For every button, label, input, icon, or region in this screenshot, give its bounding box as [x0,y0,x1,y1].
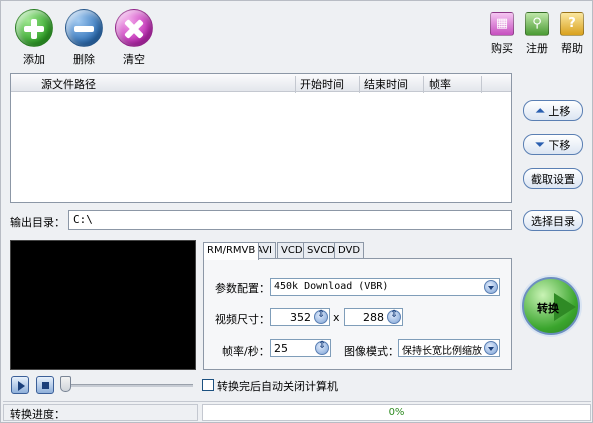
plus-icon [15,9,53,47]
convert-button[interactable]: 转换 [522,277,580,335]
output-dir-field[interactable]: C:\ [68,210,512,230]
cart-icon: ▦ [490,12,514,36]
file-list-header: 源文件路径 开始时间 结束时间 帧率 [11,74,511,93]
move-up-label: 上移 [548,104,571,118]
fps-label: 帧率/秒： [222,345,270,358]
question-icon: ? [560,12,584,36]
column-start-time[interactable]: 开始时间 [300,76,344,92]
chevron-down-icon [484,341,498,355]
tab-dvd[interactable]: DVD [334,242,365,259]
auto-shutdown-label: 转换完后自动关闭计算机 [217,380,338,393]
double-down-icon: ⏷ [535,137,545,151]
search-icon: ⚲ [525,12,549,36]
width-stepper[interactable]: 352 [270,308,330,326]
height-value: 288 [363,311,384,324]
image-mode-value: 保持长宽比例缩放 [402,346,482,357]
seek-track[interactable] [67,384,193,387]
convert-label: 转换 [537,302,559,315]
status-bar: 转换进度： 0% [3,401,591,421]
close-icon [115,9,153,47]
app-window: 添加 删除 清空 ▦ 购买 ⚲ 注册 ? 帮助 源文件路径 开始时间 结束时间 … [0,0,593,423]
progress-text: 0% [388,407,405,418]
double-up-icon: ⏶ [535,103,545,117]
fps-stepper[interactable]: 25 [270,339,331,357]
preset-label: 参数配置： [215,282,270,295]
height-stepper[interactable]: 288 [344,308,403,326]
clear-label: 清空 [123,53,145,66]
progress-label: 转换进度： [3,404,198,421]
capture-settings-button[interactable]: 截取设置 [523,168,583,189]
progress-bar: 0% [202,404,591,421]
minus-icon [65,9,103,47]
spinner-icon [387,309,401,324]
video-preview [10,240,196,370]
choose-directory-button[interactable]: 选择目录 [523,210,583,231]
delete-label: 删除 [73,53,95,66]
stop-button[interactable] [36,376,54,394]
preset-value: 450k Download (VBR) [274,281,389,292]
move-up-button[interactable]: ⏶ 上移 [523,100,583,121]
add-button[interactable]: 添加 [12,9,56,67]
column-frame-rate[interactable]: 帧率 [429,76,451,92]
clear-button[interactable]: 清空 [112,9,156,67]
preset-select[interactable]: 450k Download (VBR) [270,278,500,296]
tab-rm-rmvb[interactable]: RM/RMVB [203,242,260,260]
delete-button[interactable]: 删除 [62,9,106,67]
register-button[interactable]: ⚲ 注册 [520,12,554,56]
play-button[interactable] [11,376,29,394]
column-end-time[interactable]: 结束时间 [364,76,408,92]
capture-settings-label: 截取设置 [531,172,575,186]
width-value: 352 [290,311,311,324]
stop-icon [42,382,49,389]
file-list[interactable]: 源文件路径 开始时间 结束时间 帧率 [10,73,512,203]
play-icon [18,381,25,391]
spinner-icon [314,309,328,324]
settings-panel: 参数配置： 450k Download (VBR) 视频尺寸： 352 x 28… [203,258,512,370]
size-separator: x [333,311,340,324]
seek-slider-handle[interactable] [60,376,71,392]
move-down-label: 下移 [548,138,571,152]
move-down-button[interactable]: ⏷ 下移 [523,134,583,155]
column-source-path[interactable]: 源文件路径 [41,76,96,92]
buy-label: 购买 [491,42,513,55]
auto-shutdown-checkbox[interactable] [202,379,214,391]
help-label: 帮助 [561,42,583,55]
spinner-icon [315,340,329,355]
register-label: 注册 [526,42,548,55]
video-size-label: 视频尺寸： [215,313,270,326]
image-mode-label: 图像模式： [344,345,399,358]
choose-directory-label: 选择目录 [531,214,575,228]
buy-button[interactable]: ▦ 购买 [485,12,519,56]
chevron-down-icon [484,280,498,294]
output-dir-label: 输出目录： [10,216,65,229]
help-button[interactable]: ? 帮助 [555,12,589,56]
add-label: 添加 [23,53,45,66]
image-mode-select[interactable]: 保持长宽比例缩放 [398,339,500,357]
fps-value: 25 [274,342,288,355]
